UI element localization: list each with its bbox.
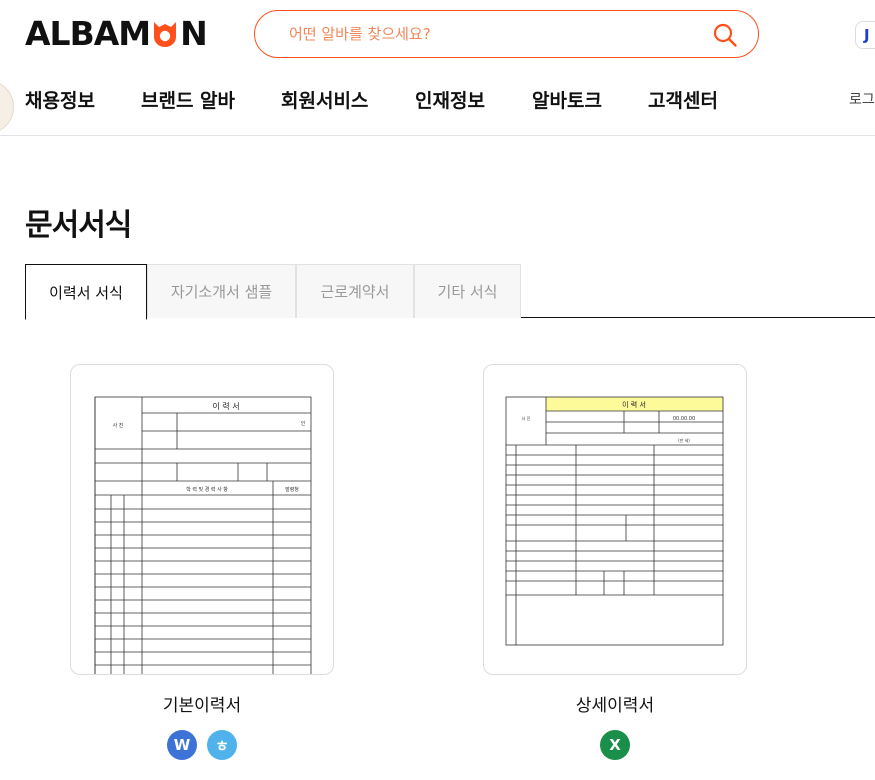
basic-resume-thumbnail[interactable]: 이 력 서 사 진 인 학 력 및 경 력 사 항 발령청 [70,364,334,675]
search-input[interactable] [289,25,709,43]
albamon-logo[interactable]: ALBAM N [25,13,208,53]
detailed-resume-downloads: X [483,730,747,760]
document-card-basic-resume: 이 력 서 사 진 인 학 력 및 경 력 사 항 발령청 기본이력서 W ㅎ [70,364,334,760]
detailed-resume-preview-note: (만 세) [678,437,690,443]
search-bar [254,10,759,58]
detailed-resume-thumbnail[interactable]: 이 력 서 사 진 00.00.00 (만 세) [483,364,747,675]
document-card-detailed-resume: 이 력 서 사 진 00.00.00 (만 세) 상세이력서 X [483,364,747,760]
page-title: 문서서식 [25,208,132,243]
basic-resume-preview-col-right: 발령청 [285,486,299,493]
nav-item-member-services[interactable]: 회원서비스 [281,86,368,113]
detailed-resume-title[interactable]: 상세이력서 [483,691,747,716]
detailed-resume-preview-photo: 사 진 [522,415,531,421]
nav-item-brand-jobs[interactable]: 브랜드 알바 [141,86,235,113]
basic-resume-preview-photo: 사 진 [113,422,124,429]
hwp-icon[interactable]: ㅎ [207,730,237,760]
logo-text-a: ALBAM [25,13,151,53]
nav-item-albatalk[interactable]: 알바토크 [532,86,602,113]
login-link[interactable]: 로그 [849,89,875,109]
detailed-resume-preview-date: 00.00.00 [673,416,695,422]
tab-cover-letter-samples[interactable]: 자기소개서 샘플 [147,264,296,318]
tab-employment-contract[interactable]: 근로계약서 [296,264,414,318]
detailed-resume-preview-title: 이 력 서 [622,400,646,409]
basic-resume-preview-header: 학 력 및 경 력 사 항 [186,486,228,493]
excel-icon[interactable]: X [600,730,630,760]
nav-item-jobs[interactable]: 채용정보 [25,86,95,113]
site-header: ALBAM N J 채용정보 브랜드 알바 회원서비스 인재정보 알바토크 고객… [0,0,875,136]
logo-o-mark-icon [154,22,177,47]
basic-resume-preview-title: 이 력 서 [212,401,239,411]
document-tabs: 이력서 서식 자기소개서 샘플 근로계약서 기타 서식 [25,264,875,320]
search-icon[interactable] [712,22,738,48]
logo-text-b: N [180,13,208,53]
nav-item-talent[interactable]: 인재정보 [415,86,485,113]
nav-item-customer-center[interactable]: 고객센터 [648,86,718,113]
tab-other-forms[interactable]: 기타 서식 [414,264,521,318]
basic-resume-title[interactable]: 기본이력서 [70,691,334,716]
detailed-resume-preview: 이 력 서 사 진 00.00.00 (만 세) [505,396,724,646]
basic-resume-preview-seal: 인 [301,420,306,427]
main-nav: 채용정보 브랜드 알바 회원서비스 인재정보 알바토크 고객센터 로그 [0,78,875,118]
jobkorea-badge[interactable]: J [855,21,875,49]
word-icon[interactable]: W [167,730,197,760]
tab-resume-forms[interactable]: 이력서 서식 [25,264,147,320]
basic-resume-downloads: W ㅎ [70,730,334,760]
basic-resume-preview: 이 력 서 사 진 인 학 력 및 경 력 사 항 발령청 [94,396,312,674]
